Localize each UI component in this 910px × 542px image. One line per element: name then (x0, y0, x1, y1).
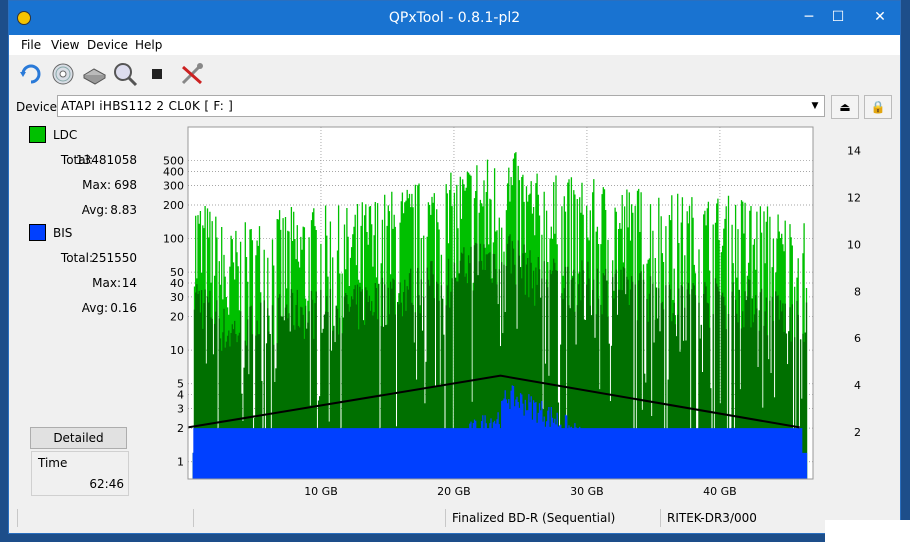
time-value: 62:46 (89, 477, 124, 491)
close-button[interactable]: ✕ (861, 7, 899, 27)
y-left-tick-label: 10 (170, 344, 184, 357)
ldc-max-label: Max: (82, 178, 111, 192)
y-right-tick-label: 12 (847, 191, 861, 204)
minimize-button[interactable]: ─ (794, 7, 824, 27)
ldc-avg-label: Avg: (81, 203, 108, 217)
x-tick-label: 10 GB (304, 485, 338, 498)
y-left-tick-label: 50 (170, 266, 184, 279)
menu-view[interactable]: View (51, 38, 79, 52)
app-window: QPxTool - 0.8.1-pl2 ─ ☐ ✕ File View Devi… (8, 0, 901, 534)
time-box: Time 62:46 (31, 451, 129, 496)
detailed-button[interactable]: Detailed (30, 427, 127, 449)
bis-avg-label: Avg: (81, 301, 108, 315)
window-title: QPxTool - 0.8.1-pl2 (388, 10, 521, 26)
y-left-tick-label: 200 (163, 199, 184, 212)
menu-file[interactable]: File (21, 38, 41, 52)
menu-help[interactable]: Help (135, 38, 162, 52)
y-left-tick-label: 500 (163, 155, 184, 168)
x-tick-label: 40 GB (703, 485, 737, 498)
y-left-tick-label: 300 (163, 179, 184, 192)
x-tick-label: 30 GB (570, 485, 604, 498)
device-value: ATAPI iHBS112 2 CL0K [ F: ] (61, 99, 234, 113)
scan-icon[interactable] (112, 61, 138, 87)
stats-panel: LDC Total: 13481058 Max: 698 Avg: 8.83 B… (27, 123, 137, 503)
ldc-total-value: 13481058 (75, 153, 137, 167)
y-left-tick-label: 30 (170, 291, 184, 304)
toolbar (9, 56, 900, 91)
y-left-tick-label: 2 (177, 422, 184, 435)
y-left-tick-label: 1 (177, 456, 184, 469)
eject-button[interactable]: ⏏ (831, 95, 859, 119)
disc-info-icon[interactable] (50, 61, 76, 87)
y-right-tick-label: 4 (854, 379, 861, 392)
bis-max-label: Max: (92, 276, 121, 290)
status-cell-1 (17, 509, 193, 527)
menu-device[interactable]: Device (87, 38, 128, 52)
device-label: Device: (16, 100, 62, 114)
device-select[interactable]: ATAPI iHBS112 2 CL0K [ F: ] ▼ (57, 95, 825, 117)
ldc-max-value: 698 (114, 178, 137, 192)
time-label: Time (38, 456, 68, 470)
y-left-tick-label: 3 (177, 402, 184, 415)
ldc-avg-value: 8.83 (110, 203, 137, 217)
tools-icon[interactable] (179, 61, 205, 87)
drive-icon[interactable] (81, 61, 107, 87)
device-row: Device: ATAPI iHBS112 2 CL0K [ F: ] ▼ ⏏ … (9, 93, 900, 121)
bis-color-swatch (29, 224, 46, 241)
bis-label: BIS (53, 226, 73, 240)
lock-button[interactable]: 🔒 (864, 95, 892, 119)
y-right-tick-label: 6 (854, 332, 861, 345)
status-bar: Finalized BD-R (Sequential) RITEK-DR3/00… (9, 507, 900, 529)
bis-max-value: 14 (121, 276, 137, 290)
error-chart: 1234510203040501002003004005002468101214… (163, 126, 861, 498)
refresh-icon[interactable] (18, 61, 44, 87)
bis-total-label: Total: (60, 251, 93, 265)
x-tick-label: 20 GB (437, 485, 471, 498)
y-left-tick-label: 5 (177, 378, 184, 391)
y-right-tick-label: 10 (847, 238, 861, 251)
y-right-tick-label: 14 (847, 144, 861, 157)
status-cell-2 (193, 509, 229, 527)
y-left-tick-label: 20 (170, 311, 184, 324)
stop-icon[interactable] (144, 61, 170, 87)
ldc-label: LDC (53, 128, 78, 142)
status-media-type: Finalized BD-R (Sequential) (445, 509, 665, 527)
chevron-down-icon[interactable]: ▼ (808, 98, 822, 114)
maximize-button[interactable]: ☐ (823, 7, 853, 27)
ldc-color-swatch (29, 126, 46, 143)
bis-total-value: 251550 (91, 251, 137, 265)
y-right-tick-label: 2 (854, 426, 861, 439)
y-right-tick-label: 8 (854, 285, 861, 298)
y-left-tick-label: 100 (163, 233, 184, 246)
background-window (825, 520, 910, 542)
bis-avg-value: 0.16 (110, 301, 137, 315)
title-bar[interactable]: QPxTool - 0.8.1-pl2 ─ ☐ ✕ (9, 1, 900, 35)
menu-bar: File View Device Help (9, 35, 900, 55)
